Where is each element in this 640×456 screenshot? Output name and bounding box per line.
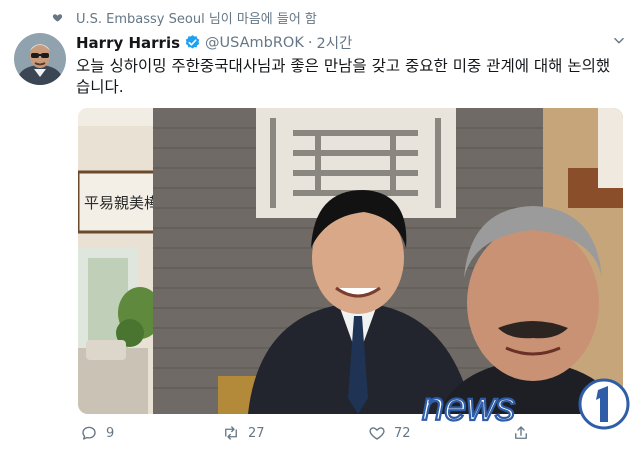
reply-button[interactable]: 9	[80, 424, 114, 442]
like-button[interactable]: 72	[368, 424, 411, 442]
tweet-header: Harry Harris @USAmbROK · 2시간	[76, 32, 352, 53]
retweet-icon	[225, 426, 237, 440]
heart-icon	[369, 427, 385, 440]
timestamp[interactable]: 2시간	[316, 32, 352, 53]
news1-watermark-logo: news	[421, 378, 630, 430]
photo-sign-text: 平易親美樺	[84, 194, 159, 212]
watermark-text: news	[422, 385, 515, 429]
author-handle[interactable]: @USAmbROK	[205, 35, 304, 51]
reply-icon	[82, 426, 96, 440]
like-count: 72	[394, 425, 411, 441]
author-name[interactable]: Harry Harris	[76, 34, 180, 52]
tweet-photo[interactable]: 平易親美樺	[78, 108, 623, 414]
photo-image: 平易親美樺	[78, 108, 623, 414]
reply-count: 9	[106, 425, 115, 441]
avatar[interactable]	[14, 33, 66, 85]
avatar-image	[14, 33, 66, 85]
verified-badge-icon	[185, 35, 200, 49]
liked-by-context[interactable]: U.S. Embassy Seoul 님이 마음에 들어 함	[76, 8, 317, 27]
separator: ·	[307, 34, 313, 51]
heart-icon	[52, 14, 63, 22]
retweet-button[interactable]: 27	[222, 424, 265, 442]
chevron-down-icon[interactable]	[612, 34, 626, 48]
retweet-count: 27	[248, 425, 265, 441]
tweet-text: 오늘 싱하이밍 주한중국대사님과 좋은 만남을 갖고 중요한 미중 관계에 대해…	[76, 57, 611, 96]
